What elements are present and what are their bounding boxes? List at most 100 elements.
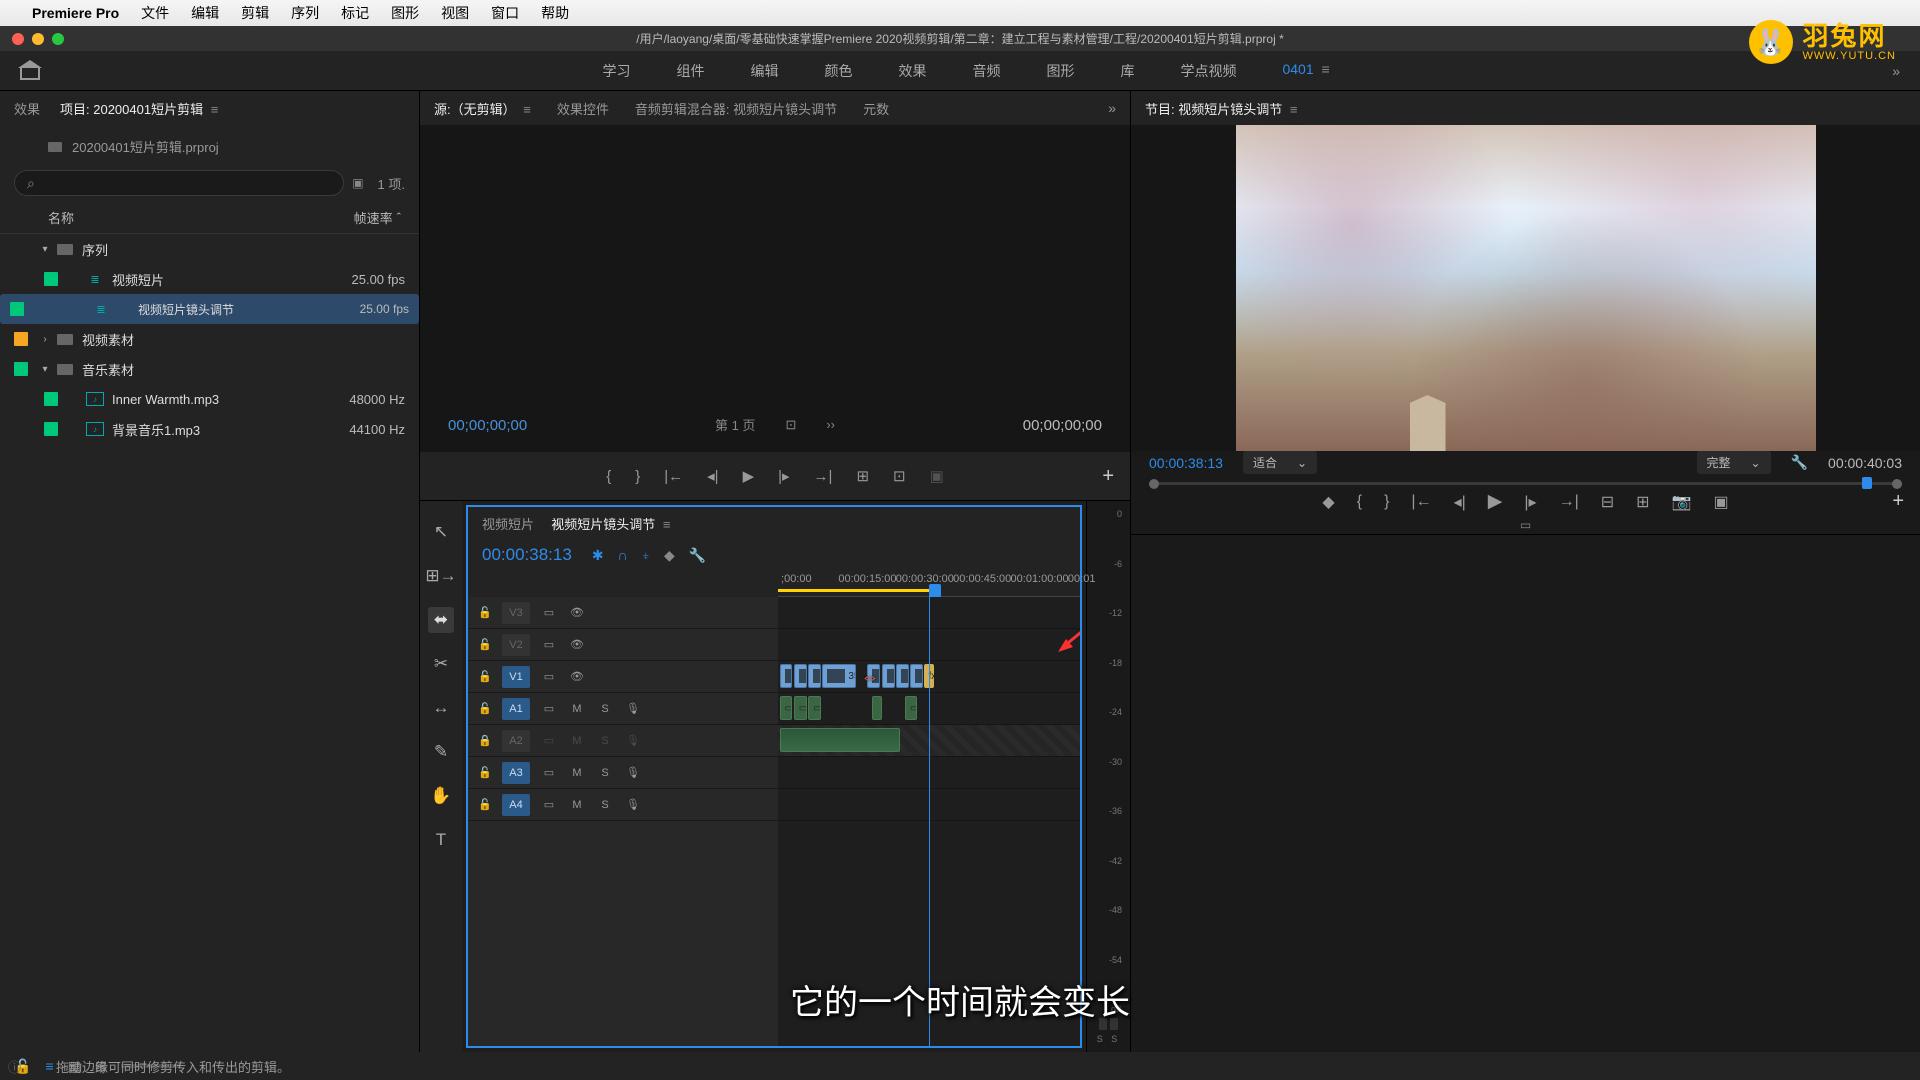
razor-tool[interactable]: ✂ [428, 651, 454, 677]
sequence-item[interactable]: ≣ 视频短片 25.00 fps [0, 264, 419, 294]
play-button[interactable]: ▶ [1488, 490, 1503, 513]
source-timecode-in[interactable]: 00;00;00;00 [448, 417, 527, 434]
toggle-output-icon[interactable]: ▭ [540, 702, 558, 715]
add-marker-icon[interactable]: ◆ [664, 547, 675, 564]
expand-icon[interactable]: ▾ [38, 364, 52, 375]
eye-icon[interactable]: 👁 [568, 638, 586, 651]
solo-indicators[interactable]: S S [1097, 1034, 1121, 1044]
menu-view[interactable]: 视图 [441, 3, 469, 23]
label-swatch[interactable] [10, 302, 24, 316]
home-icon[interactable] [20, 62, 40, 80]
mark-out-button[interactable]: } [635, 468, 640, 485]
label-swatch[interactable] [44, 272, 58, 286]
linked-selection-icon[interactable]: ∩ [618, 547, 628, 564]
hand-tool[interactable]: ✋ [428, 783, 454, 809]
eye-icon[interactable]: 👁 [568, 606, 586, 619]
voice-record-icon[interactable]: 🎙 [624, 702, 642, 715]
bin-video[interactable]: › 视频素材 [0, 324, 419, 354]
lock-icon[interactable]: 🔓 [478, 606, 492, 619]
button-editor-icon[interactable]: + [1892, 490, 1904, 513]
tab-effect-controls[interactable]: 效果控件 [557, 99, 609, 118]
mark-in-button[interactable]: { [1357, 493, 1362, 511]
lock-icon[interactable]: 🔓 [478, 670, 492, 683]
go-to-out-button[interactable]: →| [1559, 493, 1579, 511]
video-clip[interactable] [780, 664, 793, 688]
lock-icon[interactable]: 🔒 [478, 734, 492, 747]
project-search-input[interactable] [14, 170, 344, 196]
workspace-effects[interactable]: 效果 [898, 61, 926, 81]
type-tool[interactable]: T [428, 827, 454, 853]
fit-icon[interactable]: ⊡ [785, 417, 796, 433]
workspace-learn[interactable]: 学习 [602, 61, 630, 81]
filter-bin-icon[interactable]: ▣ [352, 176, 363, 190]
audio-item[interactable]: ♪ Inner Warmth.mp3 48000 Hz [0, 384, 419, 414]
lock-icon[interactable]: 🔓 [478, 766, 492, 779]
lift-button[interactable]: ⊟ [1601, 492, 1614, 512]
sequence-item-selected[interactable]: ≣ 视频短片镜头调节 25.00 fps [0, 294, 419, 324]
solo-button[interactable]: S [596, 703, 614, 715]
tab-program[interactable]: 节目: 视频短片镜头调节 ≡ [1145, 99, 1297, 118]
label-swatch[interactable] [44, 422, 58, 436]
step-forward-button[interactable]: |▸ [1524, 492, 1536, 512]
mute-button[interactable]: M [568, 735, 586, 747]
audio-clip[interactable]: ▭ [808, 696, 821, 720]
label-swatch[interactable] [44, 392, 58, 406]
track-header-v2[interactable]: 🔓V2▭👁 [468, 629, 778, 661]
audio-clip[interactable] [872, 696, 882, 720]
go-to-out-button[interactable]: →| [814, 468, 833, 485]
source-timecode-out[interactable]: 00;00;00;00 [1023, 417, 1102, 434]
toggle-output-icon[interactable]: ▭ [540, 638, 558, 651]
bin-sequences[interactable]: ▾ 序列 [0, 234, 419, 264]
expand-icon[interactable]: › [38, 334, 52, 345]
go-to-in-button[interactable]: |← [1411, 493, 1431, 511]
button-editor-icon[interactable]: + [1102, 465, 1114, 488]
mute-button[interactable]: M [568, 799, 586, 811]
track-header-a1[interactable]: 🔓A1▭MS🎙 [468, 693, 778, 725]
track-header-v1[interactable]: 🔓V1▭👁 [468, 661, 778, 693]
pen-tool[interactable]: ✎ [428, 739, 454, 765]
eye-icon[interactable]: 👁 [568, 670, 586, 683]
tab-effects[interactable]: 效果 [14, 99, 40, 118]
add-marker-button[interactable]: ◆ [1322, 492, 1334, 512]
workspace-editing[interactable]: 编辑 [750, 61, 778, 81]
menu-edit[interactable]: 编辑 [191, 3, 219, 23]
rolling-edit-tool[interactable]: ⬌ [428, 607, 454, 633]
menu-graphics[interactable]: 图形 [391, 3, 419, 23]
safe-margins-icon[interactable]: ▭ [1520, 518, 1531, 532]
workspace-libraries[interactable]: 库 [1120, 61, 1134, 81]
program-viewport[interactable] [1131, 125, 1920, 451]
toggle-output-icon[interactable]: ▭ [540, 670, 558, 683]
workspace-custom1[interactable]: 学点视频 [1180, 61, 1236, 81]
export-frame-button[interactable]: 📷 [1672, 492, 1692, 512]
timeline-tab-1[interactable]: 视频短片 [482, 514, 534, 533]
track-header-a2[interactable]: 🔒A2▭MS🎙 [468, 725, 778, 757]
overwrite-button[interactable]: ⊡ [893, 467, 906, 485]
tab-audio-mixer[interactable]: 音频剪辑混合器: 视频短片镜头调节 [635, 99, 837, 118]
track-select-tool[interactable]: ⊞→ [428, 563, 454, 589]
menu-marker[interactable]: 标记 [341, 3, 369, 23]
track-header-a3[interactable]: 🔓A3▭MS🎙 [468, 757, 778, 789]
slip-tool[interactable]: ↔ [428, 695, 454, 721]
app-name[interactable]: Premiere Pro [32, 5, 119, 21]
workspace-audio[interactable]: 音频 [972, 61, 1000, 81]
snap-icon[interactable]: ✱ [592, 547, 604, 564]
settings-icon[interactable]: 🔧 [689, 547, 706, 564]
voice-record-icon[interactable]: 🎙 [624, 798, 642, 811]
maximize-window-button[interactable] [52, 33, 64, 45]
video-clip[interactable] [910, 664, 923, 688]
zoom-select[interactable]: 适合⌄ [1243, 451, 1317, 474]
menu-window[interactable]: 窗口 [491, 3, 519, 23]
video-clip[interactable] [808, 664, 821, 688]
lock-icon[interactable]: 🔓 [478, 702, 492, 715]
bin-audio[interactable]: ▾ 音乐素材 [0, 354, 419, 384]
audio-clip[interactable]: ▭ [794, 696, 807, 720]
tab-metadata[interactable]: 元数 [863, 99, 889, 118]
timeline-ruler[interactable]: ;00:00 00:00:15:00 00:00:30:00 00:00:45:… [778, 571, 1080, 597]
timeline-tab-2[interactable]: × 视频短片镜头调节 ≡ [554, 514, 670, 533]
step-back-button[interactable]: ◂| [707, 467, 718, 485]
label-swatch[interactable] [14, 362, 28, 376]
step-forward-button[interactable]: |▸ [778, 467, 789, 485]
selection-tool[interactable]: ↖ [428, 519, 454, 545]
video-clip[interactable] [794, 664, 807, 688]
mark-in-button[interactable]: { [606, 468, 611, 485]
